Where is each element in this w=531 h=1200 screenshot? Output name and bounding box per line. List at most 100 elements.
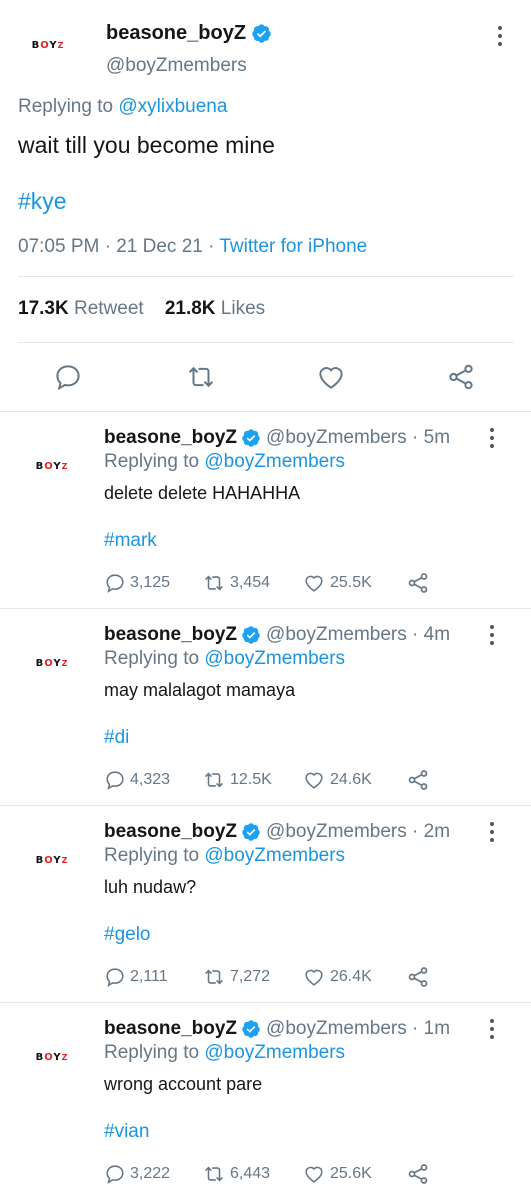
timestamp: 07:05 PM · 21 Dec 21 · bbox=[18, 236, 215, 257]
retweet-action[interactable]: 12.5K bbox=[202, 767, 272, 793]
hashtag-link[interactable]: #kye bbox=[18, 188, 67, 215]
avatar[interactable]: BOYZ bbox=[20, 828, 84, 892]
handle-time[interactable]: @boyZmembers · 2m bbox=[266, 821, 450, 843]
retweet-action[interactable]: 6,443 bbox=[202, 1161, 270, 1187]
handle-time[interactable]: @boyZmembers · 4m bbox=[266, 624, 450, 646]
like-action[interactable]: 24.6K bbox=[302, 767, 372, 793]
like-icon bbox=[305, 969, 323, 986]
boyz-logo: BOYZ bbox=[35, 1051, 69, 1063]
reply-tweet[interactable]: BOYZ beasone_boyZ @boyZmembers · 4m Replyin… bbox=[0, 609, 531, 806]
verified-badge-icon bbox=[242, 823, 260, 841]
divider bbox=[18, 342, 514, 343]
like-icon bbox=[305, 1166, 323, 1183]
reply-icon bbox=[106, 1165, 124, 1184]
replying-to-link[interactable]: @boyZmembers bbox=[204, 648, 345, 669]
replying-to-line: Replying to @boyZmembers bbox=[104, 648, 345, 670]
replying-to-link[interactable]: @boyZmembers bbox=[204, 1042, 345, 1063]
hashtag-link[interactable]: #di bbox=[104, 727, 129, 749]
replying-to-link[interactable]: @boyZmembers bbox=[204, 451, 345, 472]
avatar[interactable]: BOYZ bbox=[20, 434, 84, 498]
reply-tweet[interactable]: BOYZ beasone_boyZ @boyZmembers · 1m Replyin… bbox=[0, 1003, 531, 1200]
replying-prefix: Replying to bbox=[104, 845, 200, 866]
avatar[interactable]: BOYZ bbox=[17, 14, 79, 76]
like-action[interactable]: 26.4K bbox=[302, 964, 372, 990]
like-count: 24.6K bbox=[330, 771, 372, 788]
tweet-meta: 07:05 PM · 21 Dec 21 · Twitter for iPhon… bbox=[18, 236, 367, 258]
display-name[interactable]: beasone_boyZ bbox=[104, 821, 237, 843]
reply-action[interactable]: 2,111 bbox=[104, 964, 168, 990]
reply-icon bbox=[106, 968, 124, 987]
verified-badge-icon bbox=[242, 626, 260, 644]
like-action[interactable]: 25.6K bbox=[302, 1161, 372, 1187]
retweet-icon bbox=[205, 575, 223, 591]
replying-prefix: Replying to bbox=[104, 1042, 200, 1063]
handle[interactable]: @boyZmembers bbox=[106, 55, 247, 77]
tweet-text: wait till you become mine bbox=[18, 132, 275, 158]
reply-action[interactable]: 3,222 bbox=[104, 1161, 170, 1187]
retweet-icon bbox=[205, 772, 223, 788]
boyz-logo: BOYZ bbox=[31, 39, 65, 51]
replying-prefix: Replying to bbox=[104, 648, 200, 669]
share-action[interactable] bbox=[406, 570, 434, 596]
reply-icon[interactable] bbox=[53, 362, 83, 392]
engagement-stats: 17.3K Retweet 21.8K Likes bbox=[18, 298, 265, 320]
retweets-stat[interactable]: 17.3K Retweet bbox=[18, 298, 144, 319]
like-icon bbox=[305, 575, 323, 592]
handle-time[interactable]: @boyZmembers · 5m bbox=[266, 427, 450, 449]
retweet-action[interactable]: 7,272 bbox=[202, 964, 270, 990]
retweet-action[interactable]: 3,454 bbox=[202, 570, 270, 596]
display-name[interactable]: beasone_boyZ bbox=[106, 22, 246, 45]
replying-to-link[interactable]: @boyZmembers bbox=[204, 845, 345, 866]
display-name[interactable]: beasone_boyZ bbox=[104, 427, 237, 449]
reply-tweet[interactable]: BOYZ beasone_boyZ @boyZmembers · 5m Replyin… bbox=[0, 412, 531, 609]
share-action[interactable] bbox=[406, 964, 434, 990]
reply-count: 2,111 bbox=[130, 968, 168, 985]
more-options-icon[interactable] bbox=[482, 428, 502, 450]
like-count: 25.5K bbox=[330, 574, 372, 591]
share-action[interactable] bbox=[406, 767, 434, 793]
hashtag-link[interactable]: #gelo bbox=[104, 924, 151, 946]
likes-stat[interactable]: 21.8K Likes bbox=[165, 298, 265, 319]
more-options-icon[interactable] bbox=[482, 822, 502, 844]
avatar[interactable]: BOYZ bbox=[20, 1025, 84, 1089]
handle-time[interactable]: @boyZmembers · 1m bbox=[266, 1018, 450, 1040]
retweet-icon[interactable] bbox=[186, 362, 216, 392]
replying-to-line: Replying to @boyZmembers bbox=[104, 845, 345, 867]
share-icon bbox=[408, 1164, 428, 1184]
display-name[interactable]: beasone_boyZ bbox=[104, 624, 237, 646]
tweet-text: delete delete HAHAHHA bbox=[104, 483, 301, 503]
share-icon[interactable] bbox=[446, 362, 476, 392]
retweet-icon bbox=[205, 969, 223, 985]
reply-tweet[interactable]: BOYZ beasone_boyZ @boyZmembers · 2m Replyin… bbox=[0, 806, 531, 1003]
retweet-count: 6,443 bbox=[230, 1165, 271, 1182]
main-tweet: BOYZ beasone_boyZ @boyZmembers Replying … bbox=[0, 0, 531, 411]
replying-to-line: Replying to @boyZmembers bbox=[104, 451, 345, 473]
reply-action[interactable]: 4,323 bbox=[104, 767, 170, 793]
replying-to-link[interactable]: @xylixbuena bbox=[118, 96, 227, 117]
more-options-icon[interactable] bbox=[490, 26, 510, 50]
tweet-text: luh nudaw? bbox=[104, 877, 197, 897]
more-options-icon[interactable] bbox=[482, 1019, 502, 1041]
reply-header: beasone_boyZ @boyZmembers · 4m bbox=[104, 624, 450, 646]
more-options-icon[interactable] bbox=[482, 625, 502, 647]
reply-count: 4,323 bbox=[130, 771, 171, 788]
verified-badge-icon bbox=[242, 429, 260, 447]
share-icon bbox=[408, 573, 428, 593]
share-action[interactable] bbox=[406, 1161, 434, 1187]
avatar[interactable]: BOYZ bbox=[20, 631, 84, 695]
like-count: 25.6K bbox=[330, 1165, 372, 1182]
retweet-count: 7,272 bbox=[230, 968, 271, 985]
display-name-row[interactable]: beasone_boyZ bbox=[106, 22, 272, 45]
like-icon[interactable] bbox=[316, 362, 346, 392]
source-link[interactable]: Twitter for iPhone bbox=[219, 236, 367, 257]
tweet-text: may malalagot mamaya bbox=[104, 680, 296, 700]
verified-badge-icon bbox=[242, 1020, 260, 1038]
retweet-count: 12.5K bbox=[230, 771, 272, 788]
reply-header: beasone_boyZ @boyZmembers · 1m bbox=[104, 1018, 450, 1040]
hashtag-link[interactable]: #mark bbox=[104, 530, 157, 552]
retweet-count: 3,454 bbox=[230, 574, 271, 591]
display-name[interactable]: beasone_boyZ bbox=[104, 1018, 237, 1040]
reply-action[interactable]: 3,125 bbox=[104, 570, 170, 596]
like-action[interactable]: 25.5K bbox=[302, 570, 372, 596]
hashtag-link[interactable]: #vian bbox=[104, 1121, 149, 1143]
